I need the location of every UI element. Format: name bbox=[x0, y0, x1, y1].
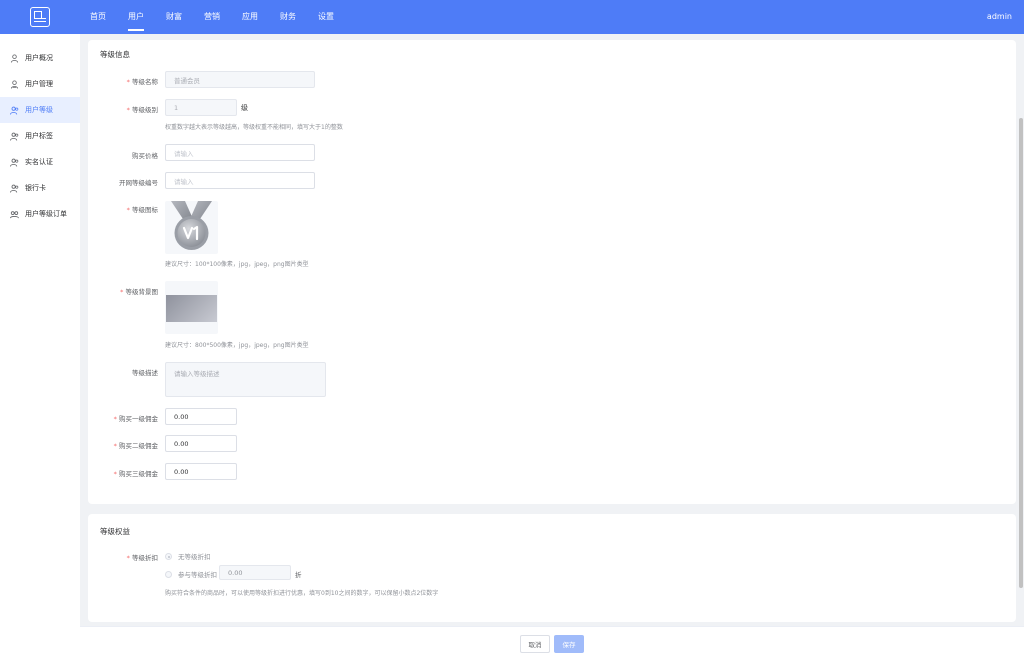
commission3-input[interactable]: 0.00 bbox=[165, 463, 237, 480]
discount-hint: 购买符合条件的商品时，可以使用等级折扣进行优惠，填写0到10之间的数字，可以保留… bbox=[165, 590, 439, 597]
level-icon-label: 等级图标 bbox=[58, 204, 158, 214]
user-level-icon bbox=[10, 106, 19, 115]
level-bg-label: 等级背景图 bbox=[58, 286, 159, 296]
discount-label: 等级折扣 bbox=[58, 552, 158, 562]
nav-wealth[interactable]: 财富 bbox=[166, 0, 182, 34]
logo[interactable] bbox=[0, 0, 80, 34]
level-rights-card: 等级权益 等级折扣 无等级折扣 参与等级折扣 0.00 折 购买符合条件的商品时… bbox=[88, 514, 1016, 622]
level-weight-input[interactable]: 1 bbox=[165, 99, 237, 116]
level-weight-unit: 级 bbox=[241, 104, 248, 112]
nav-home[interactable]: 首页 bbox=[90, 0, 106, 34]
nav-settings[interactable]: 设置 bbox=[318, 0, 334, 34]
level-code-input[interactable]: 请输入 bbox=[165, 172, 315, 189]
users-bankcard-icon bbox=[10, 184, 19, 193]
level-weight-hint: 权重数字越大表示等级越高，等级权重不能相同，填写大于1的整数 bbox=[165, 124, 343, 131]
main-content: 等级信息 等级名称 普通会员 等级级别 1 级 权重数字越大表示等级越高，等级权… bbox=[80, 34, 1024, 626]
radio-label: 无等级折扣 bbox=[178, 553, 211, 561]
nav-finance[interactable]: 财务 bbox=[280, 0, 296, 34]
discount-unit: 折 bbox=[295, 571, 302, 579]
nav-user[interactable]: 用户 bbox=[128, 0, 144, 34]
sidebar-item-user-overview[interactable]: 用户概况 bbox=[0, 45, 80, 71]
radio-join-discount[interactable]: 参与等级折扣 bbox=[165, 569, 217, 579]
section-title: 等级权益 bbox=[100, 527, 130, 536]
users-verify-icon bbox=[10, 158, 19, 167]
level-bg-image bbox=[166, 295, 217, 322]
level-icon-hint: 建议尺寸：100*100像素，jpg，jpeg，png图片类型 bbox=[165, 261, 309, 268]
sidebar-item-label: 用户标签 bbox=[25, 132, 53, 140]
scrollbar-thumb[interactable] bbox=[1019, 118, 1023, 588]
medal-icon bbox=[171, 201, 212, 250]
logo-icon bbox=[30, 7, 50, 27]
user-manage-icon bbox=[10, 79, 19, 89]
page-scrollbar[interactable] bbox=[1018, 34, 1024, 660]
cancel-button[interactable]: 取消 bbox=[520, 635, 550, 653]
discount-input[interactable]: 0.00 bbox=[219, 565, 291, 580]
price-label: 购买价格 bbox=[132, 152, 158, 160]
save-button[interactable]: 保存 bbox=[554, 635, 584, 653]
radio-icon bbox=[165, 570, 172, 578]
sidebar-item-user-tag[interactable]: 用户标签 bbox=[0, 123, 80, 149]
form-footer: 取消 保存 bbox=[80, 626, 1024, 660]
level-code-label: 开网等级编号 bbox=[119, 179, 158, 187]
users-order-icon bbox=[10, 210, 19, 219]
commission1-label: 购买一级佣金 bbox=[58, 413, 158, 423]
level-bg-hint: 建议尺寸：800*500像素，jpg，jpeg，png图片类型 bbox=[165, 342, 309, 349]
main-nav: 首页 用户 财富 营销 应用 财务 设置 bbox=[90, 0, 356, 34]
commission2-input[interactable]: 0.00 bbox=[165, 435, 237, 452]
sidebar-item-label: 用户管理 bbox=[25, 80, 53, 88]
sidebar-item-label: 实名认证 bbox=[25, 158, 53, 166]
sidebar-item-label: 用户概况 bbox=[25, 54, 53, 62]
level-desc-textarea[interactable]: 请输入等级描述 bbox=[165, 362, 326, 397]
radio-icon bbox=[165, 552, 172, 560]
level-name-label: 等级名称 bbox=[58, 76, 158, 86]
sidebar: 用户概况 用户管理 用户等级 用户标签 实名认证 银行卡 用户等级订单 bbox=[0, 34, 80, 660]
radio-no-discount[interactable]: 无等级折扣 bbox=[165, 551, 211, 561]
level-desc-label: 等级描述 bbox=[132, 369, 158, 377]
level-name-input[interactable]: 普通会员 bbox=[165, 71, 315, 88]
level-weight-label: 等级级别 bbox=[58, 104, 158, 114]
level-icon-upload[interactable] bbox=[165, 201, 218, 254]
user-menu[interactable]: admin bbox=[987, 0, 1012, 34]
commission1-input[interactable]: 0.00 bbox=[165, 408, 237, 425]
price-input[interactable]: 请输入 bbox=[165, 144, 315, 161]
commission2-label: 购买二级佣金 bbox=[58, 440, 158, 450]
level-info-card: 等级信息 等级名称 普通会员 等级级别 1 级 权重数字越大表示等级越高，等级权… bbox=[88, 40, 1016, 504]
section-title: 等级信息 bbox=[100, 50, 130, 59]
commission3-label: 购买三级佣金 bbox=[58, 468, 158, 478]
nav-apps[interactable]: 应用 bbox=[242, 0, 258, 34]
user-icon bbox=[10, 53, 19, 63]
radio-label: 参与等级折扣 bbox=[178, 571, 217, 579]
sidebar-item-label: 用户等级 bbox=[25, 106, 53, 114]
top-navbar: 首页 用户 财富 营销 应用 财务 设置 admin bbox=[0, 0, 1024, 34]
users-tag-icon bbox=[10, 132, 19, 141]
nav-marketing[interactable]: 营销 bbox=[204, 0, 220, 34]
sidebar-item-label: 银行卡 bbox=[25, 184, 46, 192]
level-bg-upload[interactable] bbox=[165, 281, 218, 334]
